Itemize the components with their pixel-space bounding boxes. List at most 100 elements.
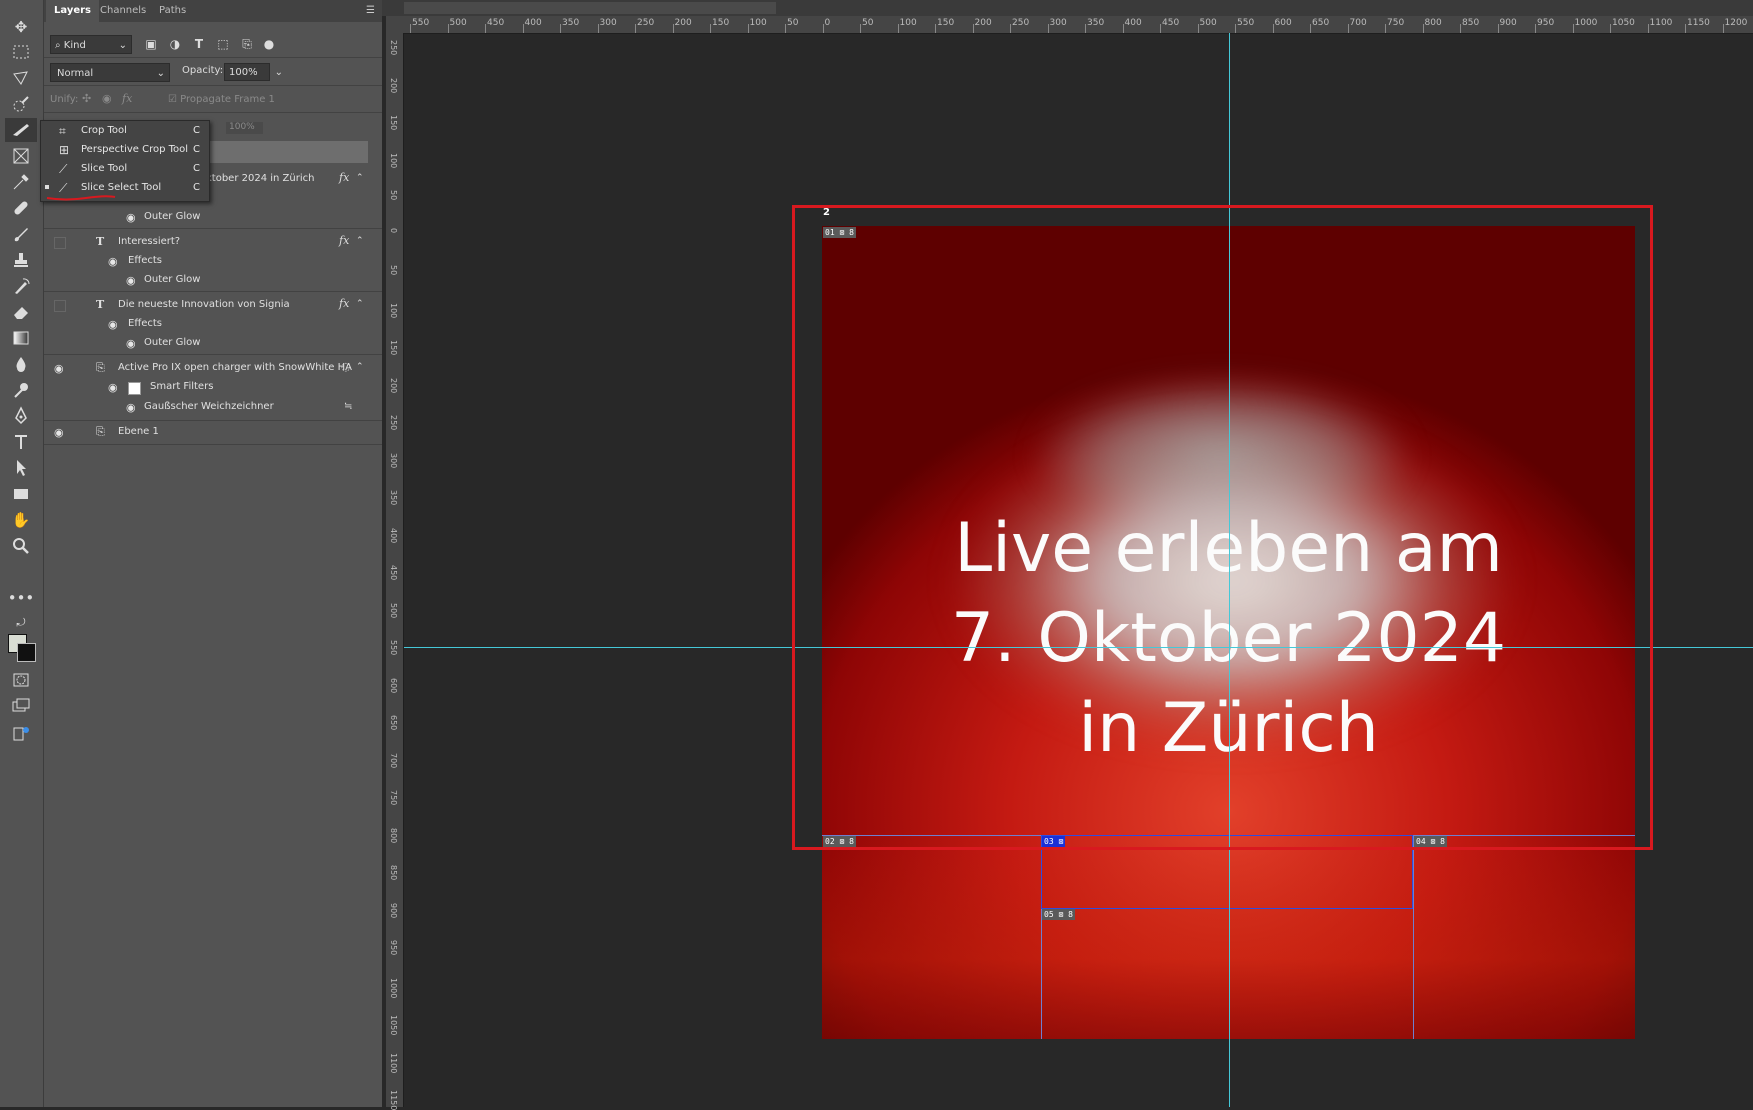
eye-icon[interactable]: ◉ [126,275,140,286]
ruler-label: 350 [389,490,398,506]
eye-icon[interactable]: ◉ [126,212,140,223]
history-brush-tool-icon[interactable] [5,274,37,298]
propagate-frame-checkbox[interactable]: ☑ Propagate Frame 1 [168,94,275,105]
eye-icon[interactable]: ◉ [54,363,68,374]
eyedropper-tool-icon[interactable] [5,170,37,194]
ruler-label: 1150 [389,1090,398,1110]
unify-position-icon[interactable]: ✣ [82,92,91,105]
menu-item-crop-tool[interactable]: ⌗ Crop Tool C [41,122,209,141]
quick-mask-icon[interactable] [5,668,37,692]
eraser-tool-icon[interactable] [5,300,37,324]
type-filter-icon[interactable]: T [192,37,206,51]
edit-toolbar-icon[interactable] [5,722,37,746]
slice-select-tool-icon[interactable] [5,118,37,142]
eye-icon[interactable]: ◉ [108,319,122,330]
ruler-tick [522,24,524,33]
eye-icon[interactable]: ◉ [54,427,68,438]
menu-item-perspective-crop-tool[interactable]: ⊞ Perspective Crop Tool C [41,141,209,160]
divider [44,57,382,58]
eye-icon[interactable]: ◉ [126,338,140,349]
background-color-swatch[interactable] [17,643,36,662]
fx-icon[interactable]: fx [339,234,349,247]
path-selection-tool-icon[interactable] [5,456,37,480]
swap-colors-icon[interactable]: ⤾ [5,610,37,634]
marquee-tool-icon[interactable] [5,40,37,64]
eye-icon[interactable]: ◉ [108,256,122,267]
ruler-label: 300 [1049,18,1067,28]
smart-filters-row[interactable]: ◉ Smart Filters [44,379,368,399]
unify-visibility-icon[interactable]: ◉ [102,92,112,105]
smart-filter-mask-icon[interactable]: ◌ [341,360,351,373]
ruler-label: 650 [389,715,398,731]
screen-mode-icon[interactable] [5,694,37,718]
effect-row[interactable]: ◉ Outer Glow [44,272,368,292]
healing-brush-tool-icon[interactable] [5,196,37,220]
tab-layers[interactable]: Layers [46,0,99,22]
clone-stamp-tool-icon[interactable] [5,248,37,272]
pixel-filter-icon[interactable]: ▣ [144,37,158,51]
propagate-frame-label: Propagate Frame 1 [180,94,275,105]
ruler-label: 100 [749,18,767,28]
smart-object-filter-icon[interactable]: ⎘ [240,37,254,51]
layer-row-smart-object[interactable]: ◉ ⎘ Active Pro IX open charger with Snow… [44,359,368,379]
pen-tool-icon[interactable] [5,404,37,428]
filter-options-icon[interactable]: ≒ [344,401,352,412]
lasso-tool-icon[interactable] [5,66,37,90]
ruler-tick [1460,24,1461,33]
quick-select-tool-icon[interactable] [5,92,37,116]
ruler-tick [1122,24,1124,33]
shape-filter-icon[interactable]: ⬚ [216,37,230,51]
fx-icon[interactable]: fx [339,171,349,184]
ruler-label: 500 [1199,18,1217,28]
ruler-label: 700 [389,752,398,768]
opacity-input[interactable]: 100% ⌄ [224,63,283,81]
menu-item-slice-tool[interactable]: ⟋ Slice Tool C [41,160,209,179]
tab-channels[interactable]: Channels [100,0,146,22]
brush-tool-icon[interactable] [5,222,37,246]
frame-tool-icon[interactable] [5,144,37,168]
visibility-toggle[interactable] [54,300,66,312]
zoom-tool-icon[interactable] [5,534,37,558]
ruler-label: 800 [389,827,398,843]
effects-row[interactable]: ◉ Effects [44,316,368,336]
move-tool-icon[interactable]: ✥ [5,15,37,39]
tab-paths[interactable]: Paths [159,0,186,22]
eye-icon[interactable]: ◉ [126,402,140,413]
layer-filter-select[interactable]: ⌕ Kind ⌄ [50,35,132,54]
ruler-tick [1535,24,1536,33]
filter-mask-thumbnail[interactable] [128,382,141,395]
panel-menu-icon[interactable]: ☰ [366,6,376,16]
layer-row-innovation[interactable]: T Die neueste Innovation von Signia fx ⌃ [44,296,368,316]
collapse-icon[interactable]: ⌃ [356,173,364,183]
collapse-icon[interactable]: ⌃ [356,299,364,309]
fx-icon[interactable]: fx [339,297,349,310]
dodge-tool-icon[interactable] [5,378,37,402]
blend-mode-select[interactable]: Normal ⌄ [50,63,170,82]
adjustment-filter-icon[interactable]: ◑ [168,37,182,51]
layer-name: Active Pro IX open charger with SnowWhit… [118,362,352,373]
rectangle-tool-icon[interactable] [5,482,37,506]
layer-row-interessiert[interactable]: T Interessiert? fx ⌃ [44,233,368,253]
type-tool-icon[interactable] [5,430,37,454]
effects-row[interactable]: ◉ Effects [44,253,368,273]
slice-tag-05[interactable]: 05 ⊠ 8 [1042,909,1075,920]
hand-tool-icon[interactable]: ✋ [5,508,37,532]
effect-row[interactable]: ◉ Outer Glow [44,209,368,229]
visibility-toggle[interactable] [54,237,66,249]
filter-toggle-icon[interactable]: ● [262,37,276,51]
layer-row-ebene-1[interactable]: ◉ ⎘ Ebene 1 [44,423,368,443]
ruler-label: 100 [389,302,398,318]
filter-row[interactable]: ◉ Gaußscher Weichzeichner ≒ [44,399,368,419]
more-tools-icon[interactable]: ••• [5,586,37,610]
collapse-icon[interactable]: ⌃ [356,236,364,246]
unify-style-icon[interactable]: fx [122,92,132,105]
eye-icon[interactable]: ◉ [108,382,122,393]
fill-input[interactable]: 100% [226,122,263,134]
effect-row[interactable]: ◉ Outer Glow [44,335,368,355]
blur-tool-icon[interactable] [5,352,37,376]
gradient-tool-icon[interactable] [5,326,37,350]
collapse-icon[interactable]: ⌃ [356,362,364,372]
ruler-origin[interactable] [386,16,404,33]
ruler-label: 450 [487,18,505,28]
document-tab[interactable] [404,2,776,14]
